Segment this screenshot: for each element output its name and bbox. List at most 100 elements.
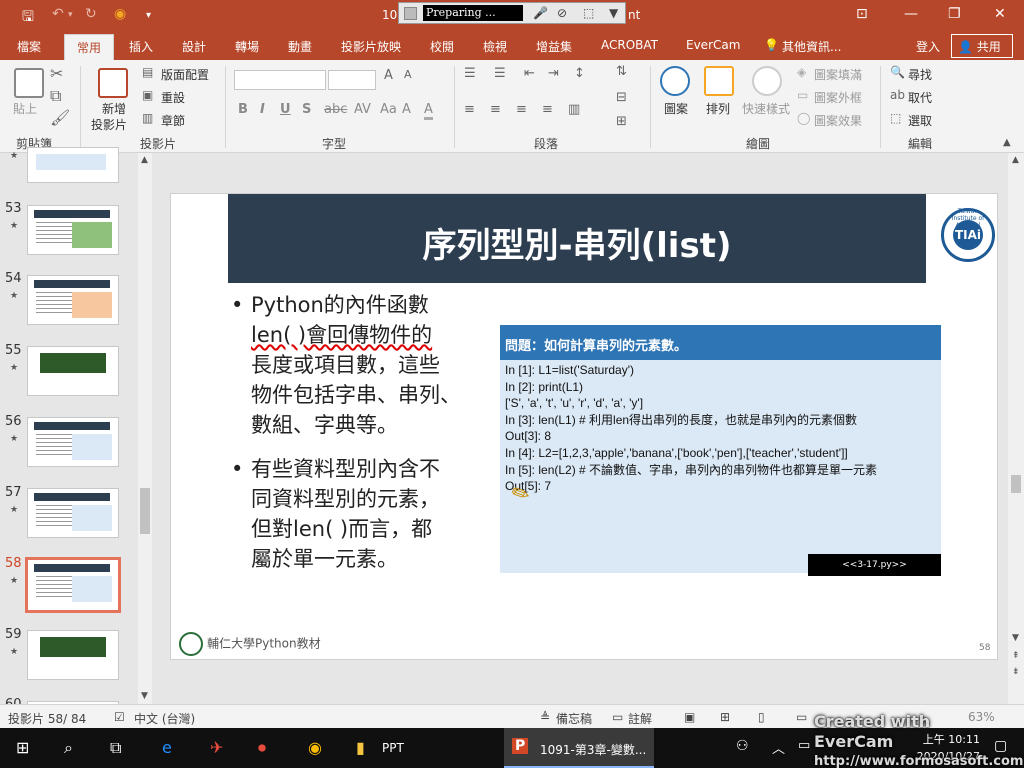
new-slide-label[interactable]: 新增	[102, 100, 126, 117]
microphone-icon[interactable]: 🎤	[533, 6, 548, 20]
tray-icon[interactable]: ▭	[798, 738, 810, 753]
section-icon[interactable]: ▥	[142, 111, 153, 125]
taskbar-item-powerpoint[interactable]: P 1091-第3章-變數...	[504, 728, 654, 768]
replace-icon[interactable]: ab	[890, 88, 905, 102]
shape-outline-button[interactable]: 圖案外框	[814, 89, 862, 106]
notes-button[interactable]: 備忘稿	[556, 710, 592, 727]
slide-thumbnail[interactable]	[27, 630, 119, 680]
taskbar-item-ppt-folder[interactable]: ▮ PPT	[346, 728, 496, 768]
next-slide-icon[interactable]: ⇟	[1012, 667, 1020, 677]
ribbon-display-icon[interactable]: ⊡	[856, 6, 868, 22]
tray-chevron-icon[interactable]: ︿	[772, 738, 785, 757]
align-left-icon[interactable]: ≡	[464, 102, 475, 117]
line-spacing-icon[interactable]: ↕	[574, 66, 585, 81]
restore-icon[interactable]: ❐	[948, 6, 961, 22]
shape-outline-icon[interactable]: ▭	[797, 88, 808, 102]
slide-thumbnail[interactable]	[27, 275, 119, 325]
tell-me-search[interactable]: 其他資訊...	[782, 38, 841, 55]
spellcheck-icon[interactable]: ☑	[114, 710, 125, 724]
redo-icon[interactable]: ↻	[85, 6, 97, 22]
underline-button[interactable]: U	[280, 102, 291, 117]
slide-thumbnail[interactable]	[27, 147, 119, 183]
strikethrough-button[interactable]: abc	[324, 102, 347, 117]
tab-transitions[interactable]: 轉場	[235, 38, 259, 55]
scrollbar-thumb[interactable]	[140, 488, 150, 534]
quick-styles-icon[interactable]	[752, 66, 782, 96]
new-slide-icon[interactable]	[98, 68, 128, 98]
quick-styles-button[interactable]: 快速樣式	[742, 100, 790, 117]
tab-view[interactable]: 檢視	[483, 38, 507, 55]
code-example-box[interactable]: 問題：如何計算串列的元素數。 In [1]: L1=list('Saturday…	[500, 325, 941, 576]
slide-thumbnail[interactable]	[27, 417, 119, 467]
minimize-icon[interactable]: —	[904, 6, 918, 22]
highlight-button[interactable]: A	[402, 102, 411, 117]
select-icon[interactable]: ⬚	[890, 111, 901, 125]
undo-dropdown-icon[interactable]: ▾	[68, 10, 73, 20]
customize-icon[interactable]: ▾	[146, 10, 151, 21]
previous-slide-icon[interactable]: ⇞	[1012, 651, 1020, 661]
align-center-icon[interactable]: ≡	[490, 102, 501, 117]
numbering-icon[interactable]: ☰	[494, 66, 506, 81]
normal-view-icon[interactable]: ▣	[684, 710, 695, 724]
character-spacing-button[interactable]: AV	[354, 102, 371, 117]
new-slide-label-2[interactable]: 投影片	[91, 116, 127, 133]
scroll-down-icon[interactable]: ▼	[141, 691, 148, 701]
app-icon[interactable]: ✈	[210, 738, 223, 757]
increase-indent-icon[interactable]: ⇥	[548, 66, 559, 81]
arrange-icon[interactable]	[704, 66, 734, 96]
bold-button[interactable]: B	[238, 102, 248, 117]
shape-fill-button[interactable]: 圖案填滿	[814, 66, 862, 83]
tab-addins[interactable]: 增益集	[536, 38, 572, 55]
font-size-combo[interactable]	[328, 70, 376, 90]
sign-in-link[interactable]: 登入	[916, 38, 940, 55]
shape-effects-icon[interactable]: ◯	[797, 111, 810, 125]
slideshow-view-icon[interactable]: ▭	[796, 710, 807, 724]
collapse-ribbon-icon[interactable]: ▲	[1003, 137, 1011, 148]
chrome-icon[interactable]: ◉	[308, 738, 322, 757]
evercam-rec-icon[interactable]: ⏺	[258, 738, 266, 758]
format-painter-icon[interactable]: 🖌	[50, 108, 70, 127]
select-button[interactable]: 選取	[908, 112, 932, 129]
region-select-icon[interactable]: ⬚	[583, 6, 594, 20]
share-button[interactable]: 👤 共用	[951, 34, 1013, 58]
tab-home[interactable]: 常用	[64, 34, 115, 60]
tab-file[interactable]: 檔案	[17, 38, 41, 55]
paste-icon[interactable]	[14, 68, 44, 98]
stop-record-icon[interactable]	[404, 7, 417, 20]
search-icon[interactable]: ⌕	[64, 738, 73, 758]
layout-button[interactable]: 版面配置	[161, 66, 209, 83]
undo-icon[interactable]: ↶	[52, 6, 64, 22]
justify-icon[interactable]: ≡	[542, 102, 553, 117]
tab-animations[interactable]: 動畫	[288, 38, 312, 55]
text-direction-icon[interactable]: ⇅	[616, 64, 627, 79]
close-icon[interactable]: ✕	[994, 6, 1006, 22]
slide-title[interactable]: 序列型別-串列(list)	[228, 218, 926, 267]
tab-insert[interactable]: 插入	[129, 38, 153, 55]
shape-fill-icon[interactable]: ◈	[797, 65, 806, 79]
task-view-icon[interactable]: ⧉	[110, 738, 121, 758]
shapes-icon[interactable]	[660, 66, 690, 96]
tab-design[interactable]: 設計	[182, 38, 206, 55]
notes-icon[interactable]: ≜	[540, 710, 550, 724]
camera-off-icon[interactable]: ⊘	[557, 6, 567, 20]
reset-button[interactable]: 重設	[161, 89, 185, 106]
scroll-down-icon[interactable]: ▼	[1012, 633, 1019, 643]
slide-thumbnail[interactable]	[27, 488, 119, 538]
align-right-icon[interactable]: ≡	[516, 102, 527, 117]
tab-review[interactable]: 校閱	[430, 38, 454, 55]
columns-icon[interactable]: ▥	[568, 102, 580, 117]
scroll-up-icon[interactable]: ▲	[1012, 155, 1019, 165]
recorder-menu-icon[interactable]: ▼	[609, 6, 618, 20]
save-icon[interactable]: 🖫	[22, 6, 34, 30]
shadow-button[interactable]: S	[302, 102, 311, 117]
edge-icon[interactable]: e	[162, 738, 172, 757]
section-button[interactable]: 章節	[161, 112, 185, 129]
language-indicator[interactable]: 中文 (台灣)	[134, 710, 195, 727]
slide-thumbnail[interactable]	[27, 205, 119, 255]
editor-scrollbar[interactable]: ▲ ▼ ⇞ ⇟	[1008, 153, 1024, 704]
copy-icon[interactable]: ⧉	[50, 86, 61, 106]
slide-thumbnail[interactable]	[27, 346, 119, 396]
grow-font-icon[interactable]: A	[384, 68, 393, 83]
people-icon[interactable]: ⚇	[736, 738, 749, 754]
font-color-button[interactable]: A	[424, 102, 433, 120]
